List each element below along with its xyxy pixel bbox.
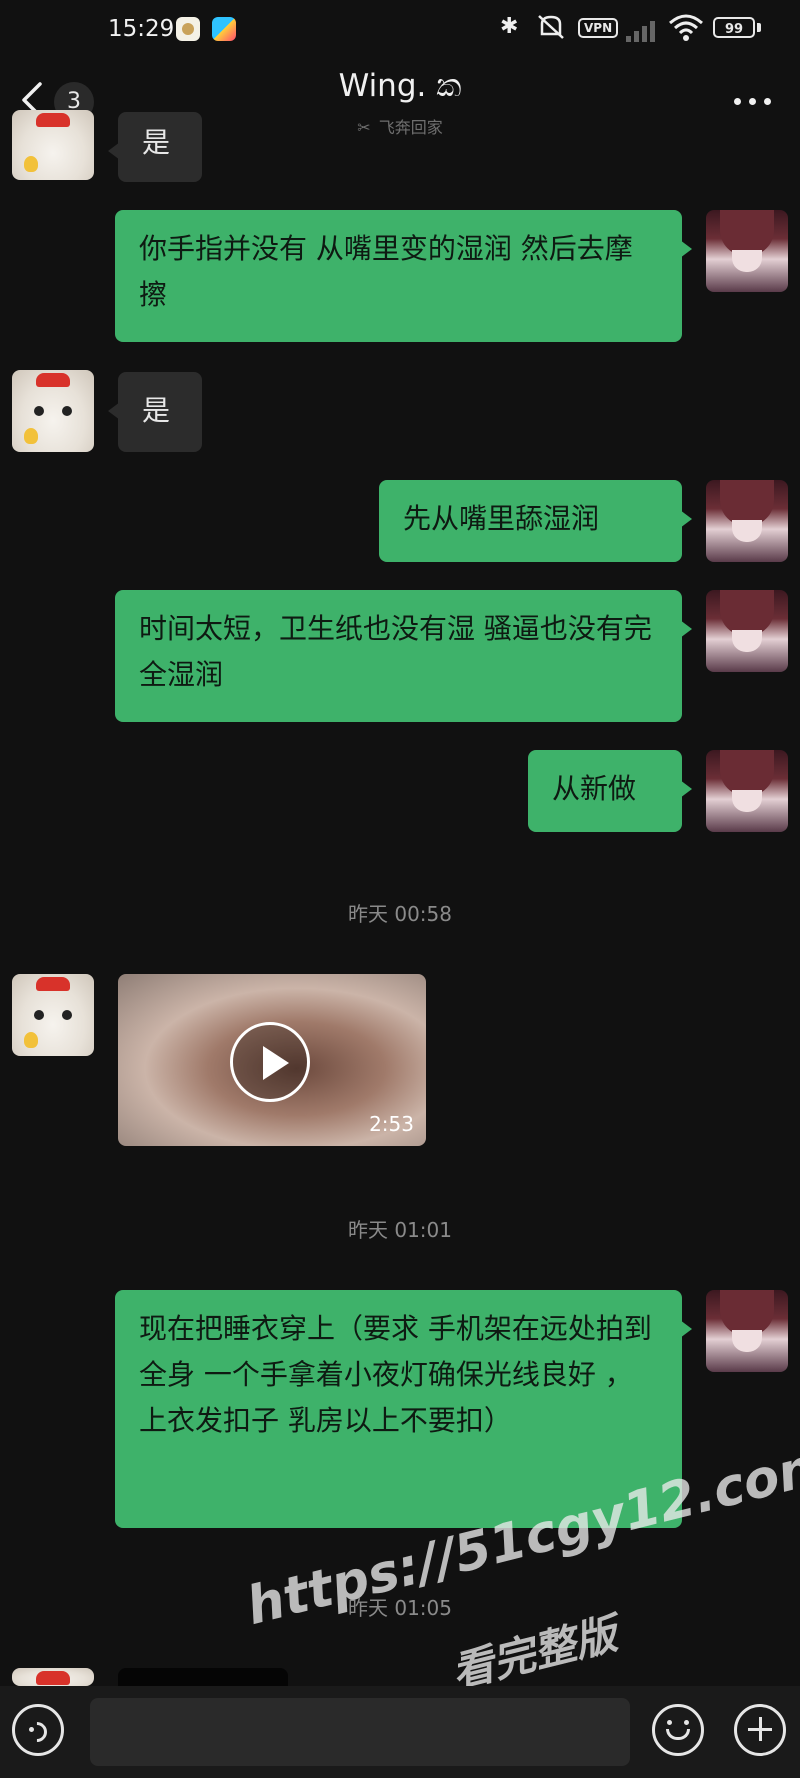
bell-decoration xyxy=(24,428,38,444)
status-icon: ✂ xyxy=(357,118,371,137)
timestamp: 昨天 00:58 xyxy=(348,902,452,926)
message-input[interactable] xyxy=(90,1698,630,1766)
emoji-icon[interactable] xyxy=(652,1704,704,1756)
timestamp: 昨天 01:01 xyxy=(348,1218,452,1242)
video-duration: 2:53 xyxy=(369,1112,414,1136)
my-avatar[interactable] xyxy=(706,480,788,562)
message-bubble-outgoing[interactable]: 从新做 xyxy=(528,750,692,832)
video-message[interactable]: 2:53 xyxy=(118,974,426,1146)
my-avatar[interactable] xyxy=(706,750,788,832)
signal-icon xyxy=(626,20,660,42)
message-bubble-outgoing[interactable]: 你手指并没有 从嘴里变的湿润 然后去摩擦 xyxy=(115,210,692,342)
bell-decoration xyxy=(24,156,38,172)
contact-avatar[interactable] xyxy=(12,370,94,452)
message-bubble-incoming[interactable]: 是 xyxy=(108,112,202,182)
contact-avatar[interactable] xyxy=(12,1668,94,1686)
message-bubble-incoming[interactable]: 是 xyxy=(108,372,202,452)
chat-subtitle-text: 飞奔回家 xyxy=(378,118,443,137)
status-time: 15:29 xyxy=(108,16,175,42)
bell-decoration xyxy=(24,1032,38,1048)
status-bar: 15:29 ✱ VPN 99 xyxy=(0,0,800,58)
wifi-icon xyxy=(668,13,704,43)
message-bubble-outgoing[interactable]: 先从嘴里舔湿润 xyxy=(379,480,692,562)
bluetooth-icon: ✱ xyxy=(500,14,519,39)
play-icon[interactable] xyxy=(230,1022,310,1102)
contact-avatar[interactable] xyxy=(12,974,94,1056)
my-avatar[interactable] xyxy=(706,210,788,292)
contact-avatar[interactable] xyxy=(12,110,94,180)
app-notification-icon xyxy=(176,17,200,41)
battery-icon: 99 xyxy=(713,17,755,38)
plus-icon[interactable] xyxy=(734,1704,786,1756)
app-notification-icon xyxy=(212,17,236,41)
chat-title[interactable]: Wing. ක xyxy=(0,68,800,105)
more-dots-icon[interactable] xyxy=(734,98,774,108)
message-partial[interactable] xyxy=(118,1668,288,1686)
my-avatar[interactable] xyxy=(706,590,788,672)
battery-tip xyxy=(757,23,761,32)
voice-icon[interactable] xyxy=(12,1704,64,1756)
my-avatar[interactable] xyxy=(706,1290,788,1372)
message-bubble-outgoing[interactable]: 时间太短，卫生纸也没有湿 骚逼也没有完全湿润 xyxy=(115,590,692,722)
mute-icon xyxy=(536,14,566,46)
vpn-badge: VPN xyxy=(578,18,619,38)
input-bar xyxy=(0,1686,800,1778)
